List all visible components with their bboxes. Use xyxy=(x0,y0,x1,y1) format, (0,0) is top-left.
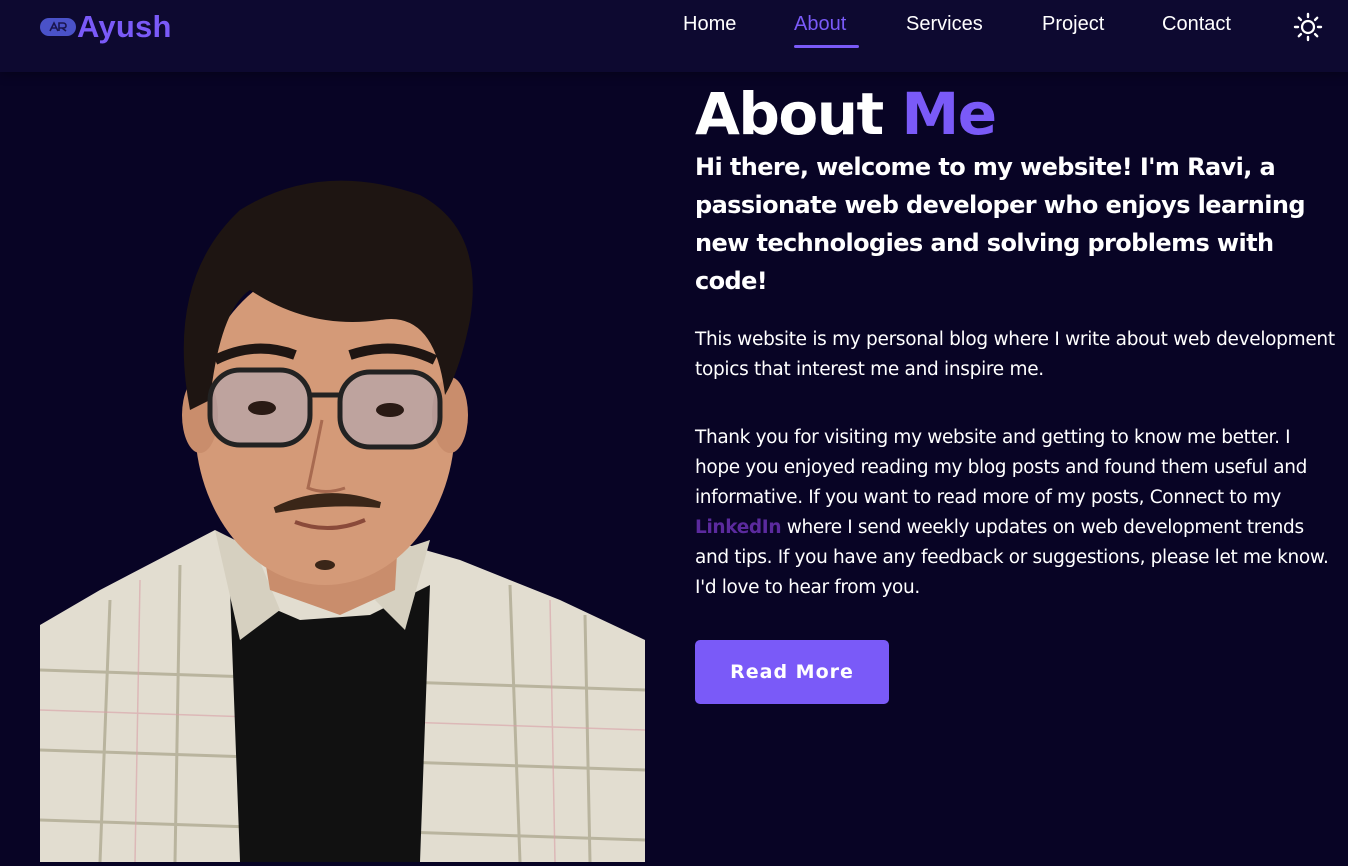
paragraph-thanks-start: Thank you for visiting my website and ge… xyxy=(695,427,1308,508)
sun-icon[interactable] xyxy=(1293,12,1323,42)
paragraph-blog: This website is my personal blog where I… xyxy=(695,329,1335,380)
page-title: About Me xyxy=(695,80,997,148)
brand-logo[interactable]: Ayush xyxy=(40,9,172,44)
nav-about[interactable]: About xyxy=(794,13,846,36)
title-word-about: About xyxy=(695,80,884,148)
nav-services[interactable]: Services xyxy=(906,13,983,36)
linkedin-link[interactable]: LinkedIn xyxy=(695,517,782,538)
nav-project[interactable]: Project xyxy=(1042,13,1104,36)
nav-active-indicator xyxy=(794,45,859,48)
profile-photo xyxy=(39,170,646,863)
ar-badge-icon xyxy=(40,18,76,36)
nav-contact[interactable]: Contact xyxy=(1162,13,1231,36)
nav-home[interactable]: Home xyxy=(683,13,736,36)
title-word-me: Me xyxy=(901,80,997,148)
intro-text: Hi there, welcome to my website! I'm Rav… xyxy=(695,153,1306,295)
paragraph-thanks-end: where I send weekly updates on web devel… xyxy=(695,517,1329,598)
paragraph-thanks: Thank you for visiting my website and ge… xyxy=(695,423,1340,603)
read-more-button[interactable]: Read More xyxy=(695,640,889,704)
brand-name: Ayush xyxy=(77,9,172,44)
navbar: Ayush Home About Services Project Contac… xyxy=(0,0,1348,72)
